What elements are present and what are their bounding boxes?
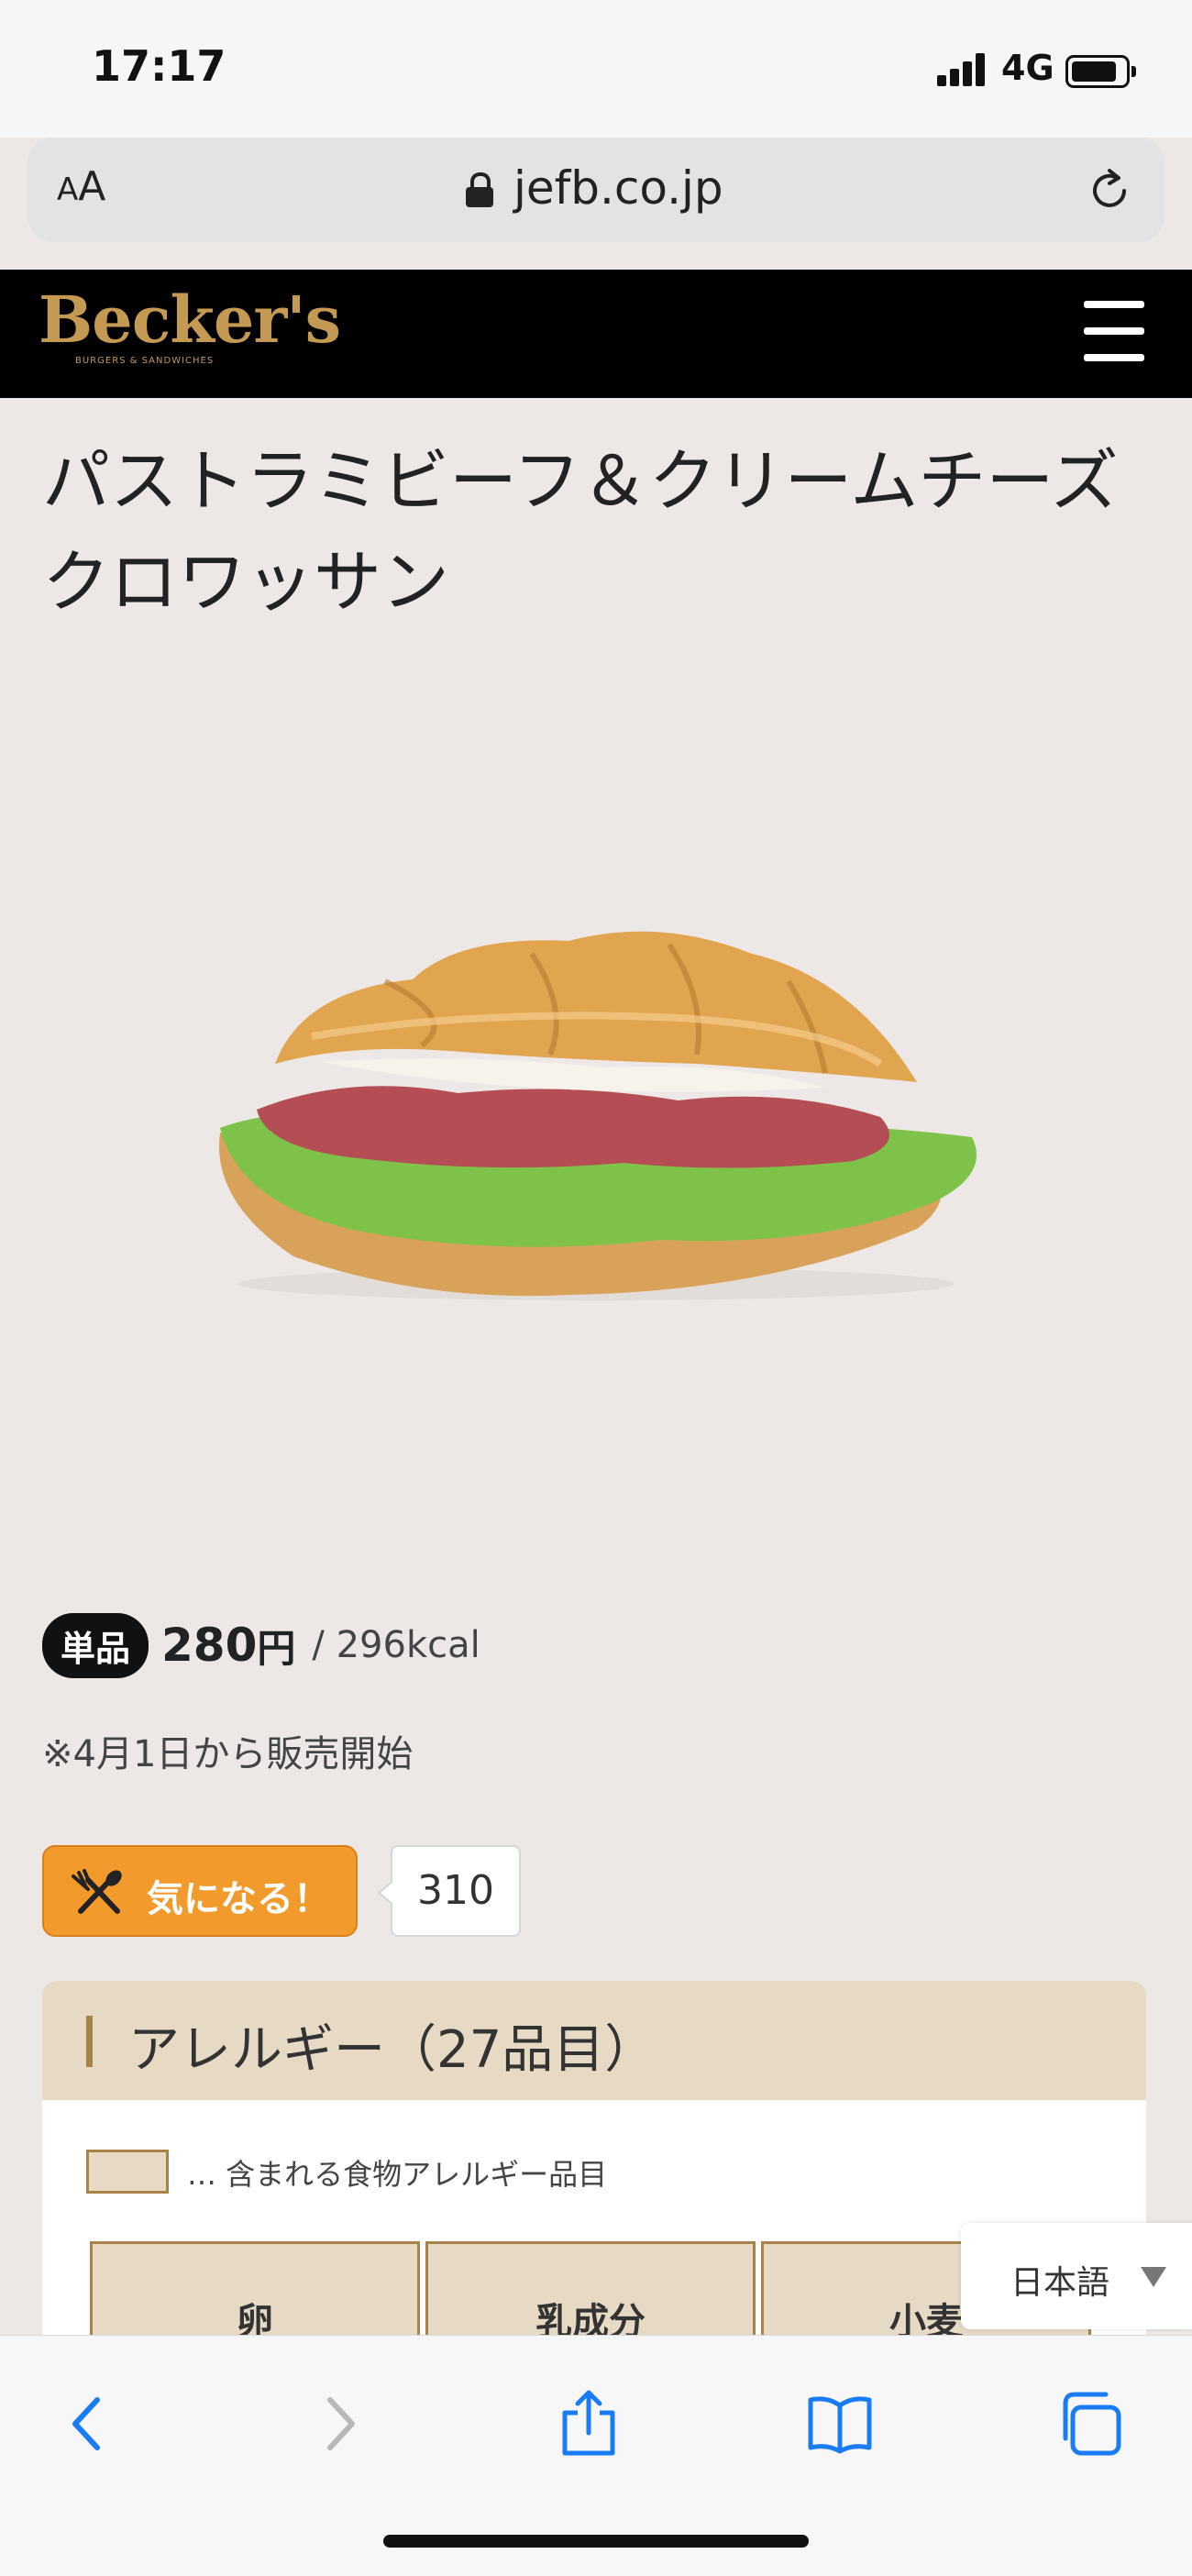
bookmarks-icon[interactable] [803,2387,877,2460]
price-value: 280 [161,1619,258,1672]
text-size-button[interactable]: AA [57,163,105,210]
allergy-legend-swatch [86,2150,169,2194]
like-button-label: 気になる！ [147,1878,330,1920]
like-button[interactable]: 気になる！ [42,1845,358,1937]
page-title: パストラミビーフ＆クリームチーズクロワッサン [42,442,1119,622]
address-bar[interactable]: AA jefb.co.jp [28,138,1164,242]
single-item-badge: 単品 [42,1612,149,1678]
status-bar: 17:17 4G [0,0,1192,138]
battery-icon [1065,55,1136,88]
site-header: Becker's BURGERS & SANDWICHES [0,270,1192,398]
like-count: 310 [378,1845,521,1937]
calories: / 296kcal [312,1624,480,1666]
chevron-down-icon [1141,2267,1166,2287]
product-image [219,931,977,1300]
lock-icon [466,172,493,207]
price-currency: 円 [257,1625,296,1671]
allergy-legend-text: … 含まれる食物アレルギー品目 [187,2157,608,2192]
allergy-heading: アレルギー（27品目） [128,2020,657,2080]
home-indicator[interactable] [383,2535,809,2548]
share-icon[interactable] [552,2387,625,2460]
language-selector[interactable]: 日本語 [961,2223,1192,2329]
allergy-section-header: アレルギー（27品目） [42,1981,1146,2100]
fork-spoon-icon [72,1869,122,1914]
network-type: 4G [1001,48,1054,88]
back-icon[interactable] [51,2387,125,2460]
price-row: 単品 280 円 / 296kcal [42,1612,480,1678]
status-time: 17:17 [92,41,226,91]
site-logo[interactable]: Becker's BURGERS & SANDWICHES [39,288,341,367]
language-selected: 日本語 [1010,2264,1110,2302]
hamburger-menu-icon[interactable] [1084,301,1144,361]
reload-icon[interactable] [1082,163,1137,218]
tabs-icon[interactable] [1053,2387,1126,2460]
forward-icon[interactable] [303,2387,376,2460]
availability-note: ※4月1日から販売開始 [42,1733,414,1775]
url-text[interactable]: jefb.co.jp [513,161,723,215]
